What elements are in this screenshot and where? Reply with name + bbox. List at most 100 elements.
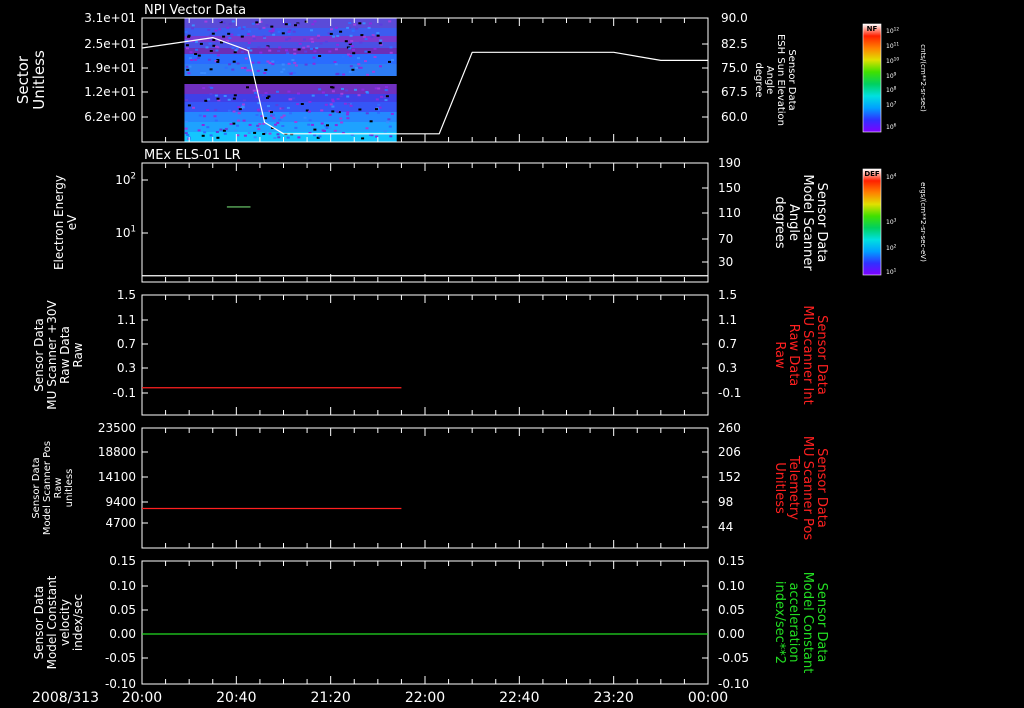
spectrogram-pixel bbox=[253, 131, 257, 134]
spectrogram-pixel bbox=[291, 59, 295, 62]
spectrogram-pixel bbox=[252, 37, 256, 40]
spectrogram-pixel bbox=[191, 27, 194, 30]
spectrogram-pixel bbox=[367, 37, 371, 40]
y-tick-label-right: 98 bbox=[718, 495, 733, 509]
y-axis-label-left: MU Scanner +30V bbox=[45, 300, 59, 410]
spectrogram-pixel bbox=[265, 46, 269, 49]
spectrogram-pixel bbox=[185, 44, 189, 47]
spectrogram-pixel bbox=[379, 23, 383, 26]
spectrogram-pixel bbox=[194, 40, 198, 43]
colorbar-nf: NF 1012 1011 1010 109 108 107 106 cnts/(cm**2-sr… bbox=[862, 23, 927, 133]
spectrogram-pixel bbox=[354, 88, 357, 91]
spectrogram-pixel bbox=[370, 35, 374, 38]
spectrogram-pixel bbox=[198, 114, 202, 117]
spectrogram-pixel bbox=[333, 61, 337, 63]
spectrogram-pixel bbox=[277, 136, 281, 139]
y-tick-label-left: 2.5e+01 bbox=[84, 37, 136, 51]
y-tick-label-left: 1.2e+01 bbox=[84, 85, 136, 99]
spectrogram-pixel bbox=[267, 105, 270, 108]
spectrogram-pixel bbox=[297, 48, 301, 51]
spectrogram-pixel bbox=[348, 47, 352, 50]
spectrogram-pixel bbox=[292, 30, 296, 33]
spectrogram-pixel bbox=[216, 54, 220, 57]
spectrogram-pixel bbox=[242, 99, 246, 102]
spectrogram-pixel bbox=[209, 38, 213, 41]
spectrogram-pixel bbox=[243, 66, 247, 69]
spectrogram-pixel bbox=[332, 35, 336, 38]
spectrogram-pixel bbox=[336, 72, 340, 75]
y-axis-label-right: MU Scanner Pos bbox=[800, 436, 815, 541]
spectrogram-pixel bbox=[237, 112, 241, 115]
spectrogram-pixel bbox=[237, 106, 241, 109]
spectrogram-pixel bbox=[329, 103, 333, 106]
spectrogram-pixel bbox=[346, 95, 350, 98]
y-tick-label-right: -0.1 bbox=[718, 386, 741, 400]
spectrogram-pixel bbox=[215, 49, 219, 52]
spectrogram-pixel bbox=[339, 95, 343, 98]
spectrogram-pixel bbox=[206, 109, 210, 111]
spectrogram-pixel bbox=[190, 59, 194, 61]
spectrogram-pixel bbox=[264, 68, 268, 71]
spectrogram-pixel bbox=[184, 120, 188, 123]
spectrogram-pixel bbox=[379, 65, 382, 68]
spectrogram-pixel bbox=[334, 124, 338, 127]
spectrogram-pixel bbox=[232, 122, 236, 125]
spectrogram-pixel bbox=[318, 55, 322, 57]
y-tick-label-right: 260 bbox=[718, 421, 741, 435]
spectrogram-pixel bbox=[296, 103, 300, 106]
spectrogram-pixel bbox=[362, 22, 366, 25]
spectrogram-pixel bbox=[270, 111, 273, 114]
y-tick-label-left: -0.1 bbox=[113, 386, 136, 400]
spectrogram-pixel bbox=[240, 50, 244, 53]
spectrogram-pixel bbox=[351, 45, 354, 48]
colorbar-tick-label: 101 bbox=[886, 267, 897, 276]
panel-title: NPI Vector Data bbox=[144, 3, 246, 18]
spectrogram-pixel bbox=[280, 70, 284, 73]
spectrogram-pixel bbox=[185, 99, 189, 101]
spectrogram-pixel bbox=[349, 34, 353, 37]
y-tick-label-right: 190 bbox=[718, 156, 741, 170]
spectrogram-pixel bbox=[364, 50, 368, 53]
spectrogram-pixel bbox=[292, 97, 296, 100]
spectrogram-pixel bbox=[289, 72, 293, 75]
y-tick-label-left: 0.05 bbox=[109, 603, 136, 617]
y-tick-label-right: 67.5 bbox=[721, 85, 748, 99]
spectrogram-pixel bbox=[293, 48, 297, 51]
figure: 3.1e+01 2.5e+01 1.9e+01 1.2e+01 6.2e+00 90.0 8… bbox=[14, 3, 927, 706]
y-tick-label-left: 0.10 bbox=[109, 579, 136, 593]
spectrogram-pixel bbox=[184, 31, 188, 33]
spectrogram-pixel bbox=[187, 72, 191, 75]
spectrogram-pixel bbox=[191, 24, 195, 27]
spectrogram-pixel bbox=[389, 46, 393, 49]
spectrogram-pixel bbox=[324, 94, 328, 97]
spectrogram-pixel bbox=[386, 121, 390, 124]
spectrogram-pixel bbox=[311, 40, 315, 43]
spectrogram-pixel bbox=[311, 23, 315, 26]
spectrogram-pixel bbox=[201, 124, 205, 126]
spectrogram-pixel bbox=[281, 107, 285, 110]
spectrogram-pixel bbox=[247, 60, 251, 63]
y-axis-label-left: Model Scanner Pos bbox=[42, 441, 53, 535]
spectrogram-pixel bbox=[186, 68, 190, 71]
spectrogram-pixel bbox=[375, 108, 378, 111]
spectrogram-pixel bbox=[372, 70, 376, 73]
spectrogram-pixel bbox=[271, 60, 275, 63]
spectrogram-pixel bbox=[208, 42, 212, 45]
spectrogram-pixel bbox=[252, 35, 256, 38]
colorbar-units: cnts/(cm**2-sr-sec) bbox=[919, 44, 927, 112]
spectrogram-row bbox=[184, 84, 397, 94]
spectrogram-pixel bbox=[379, 39, 383, 42]
spectrogram-pixel bbox=[294, 64, 298, 67]
y-tick-label-left: 14100 bbox=[98, 470, 136, 484]
spectrogram-pixel bbox=[297, 92, 300, 95]
spectrogram-pixel bbox=[369, 22, 372, 25]
spectrogram-pixel bbox=[231, 68, 235, 71]
spectrogram-pixel bbox=[265, 24, 269, 27]
spectrogram-pixel bbox=[206, 126, 210, 129]
spectrogram-pixel bbox=[345, 89, 349, 92]
y-axis-label-right: Unitless bbox=[772, 462, 787, 514]
spectrogram-pixel bbox=[209, 93, 213, 96]
spectrogram-pixel bbox=[376, 34, 380, 37]
spectrogram-pixel bbox=[348, 41, 352, 44]
spectrogram-pixel bbox=[244, 57, 248, 60]
